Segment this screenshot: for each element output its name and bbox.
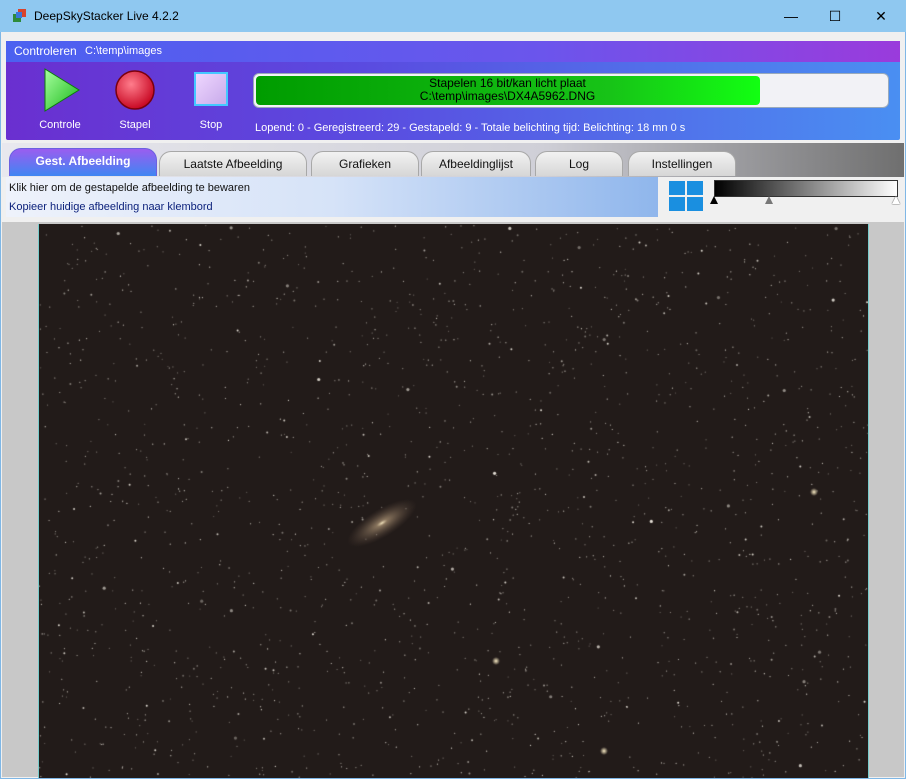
control-header-label: Controleren — [14, 44, 77, 58]
save-image-link[interactable]: Klik hier om de gestapelde afbeelding te… — [9, 182, 250, 194]
monitor-label: Controle — [39, 119, 81, 131]
minimize-button[interactable]: — — [768, 0, 814, 32]
white-point-handle[interactable] — [892, 196, 900, 204]
control-header: Controleren C:\temp\images — [6, 41, 900, 62]
tab-charts[interactable]: Grafieken — [311, 151, 419, 176]
star-field — [39, 224, 868, 778]
folder-path: C:\temp\images — [85, 45, 163, 57]
layout-grid-icon[interactable] — [669, 181, 703, 211]
stack-label: Stapel — [119, 119, 151, 131]
tab-last-image[interactable]: Laatste Afbeelding — [159, 151, 307, 176]
levels-gradient — [714, 180, 898, 197]
tab-strip: Gest. Afbeelding Laatste Afbeelding Graf… — [2, 143, 904, 177]
stop-label: Stop — [199, 119, 223, 131]
title-bar: DeepSkyStacker Live 4.2.2 — ☐ ✕ — [0, 0, 906, 32]
window-title: DeepSkyStacker Live 4.2.2 — [34, 9, 179, 23]
stop-icon — [188, 67, 234, 113]
app-icon — [13, 9, 26, 22]
tab-image-list[interactable]: Afbeeldinglijst — [421, 151, 531, 176]
levels-control[interactable] — [710, 180, 900, 212]
progress-bar: Stapelen 16 bit/kan licht plaat C:\temp\… — [253, 73, 889, 108]
black-point-handle[interactable] — [710, 196, 718, 204]
copy-clipboard-link[interactable]: Kopieer huidige afbeelding naar klembord — [9, 201, 213, 213]
control-panel: Controleren C:\temp\images Controle Stap… — [6, 41, 900, 140]
record-icon — [112, 67, 158, 113]
maximize-button[interactable]: ☐ — [812, 0, 858, 32]
stacked-image[interactable] — [38, 224, 869, 778]
progress-text: Stapelen 16 bit/kan licht plaat C:\temp\… — [254, 77, 761, 103]
play-icon — [37, 67, 83, 113]
tab-log[interactable]: Log — [535, 151, 623, 176]
stop-button[interactable]: Stop — [181, 67, 241, 131]
action-bar: Klik hier om de gestapelde afbeelding te… — [6, 177, 658, 217]
monitor-button[interactable]: Controle — [30, 67, 90, 131]
progress-line2: C:\temp\images\DX4A5962.DNG — [419, 89, 596, 103]
status-text: Lopend: 0 - Geregistreerd: 29 - Gestapel… — [255, 122, 686, 134]
close-button[interactable]: ✕ — [858, 0, 904, 32]
stack-button[interactable]: Stapel — [105, 67, 165, 131]
tab-settings[interactable]: Instellingen — [628, 151, 736, 176]
tab-stacked-image[interactable]: Gest. Afbeelding — [9, 148, 157, 176]
midtone-handle[interactable] — [765, 196, 773, 204]
